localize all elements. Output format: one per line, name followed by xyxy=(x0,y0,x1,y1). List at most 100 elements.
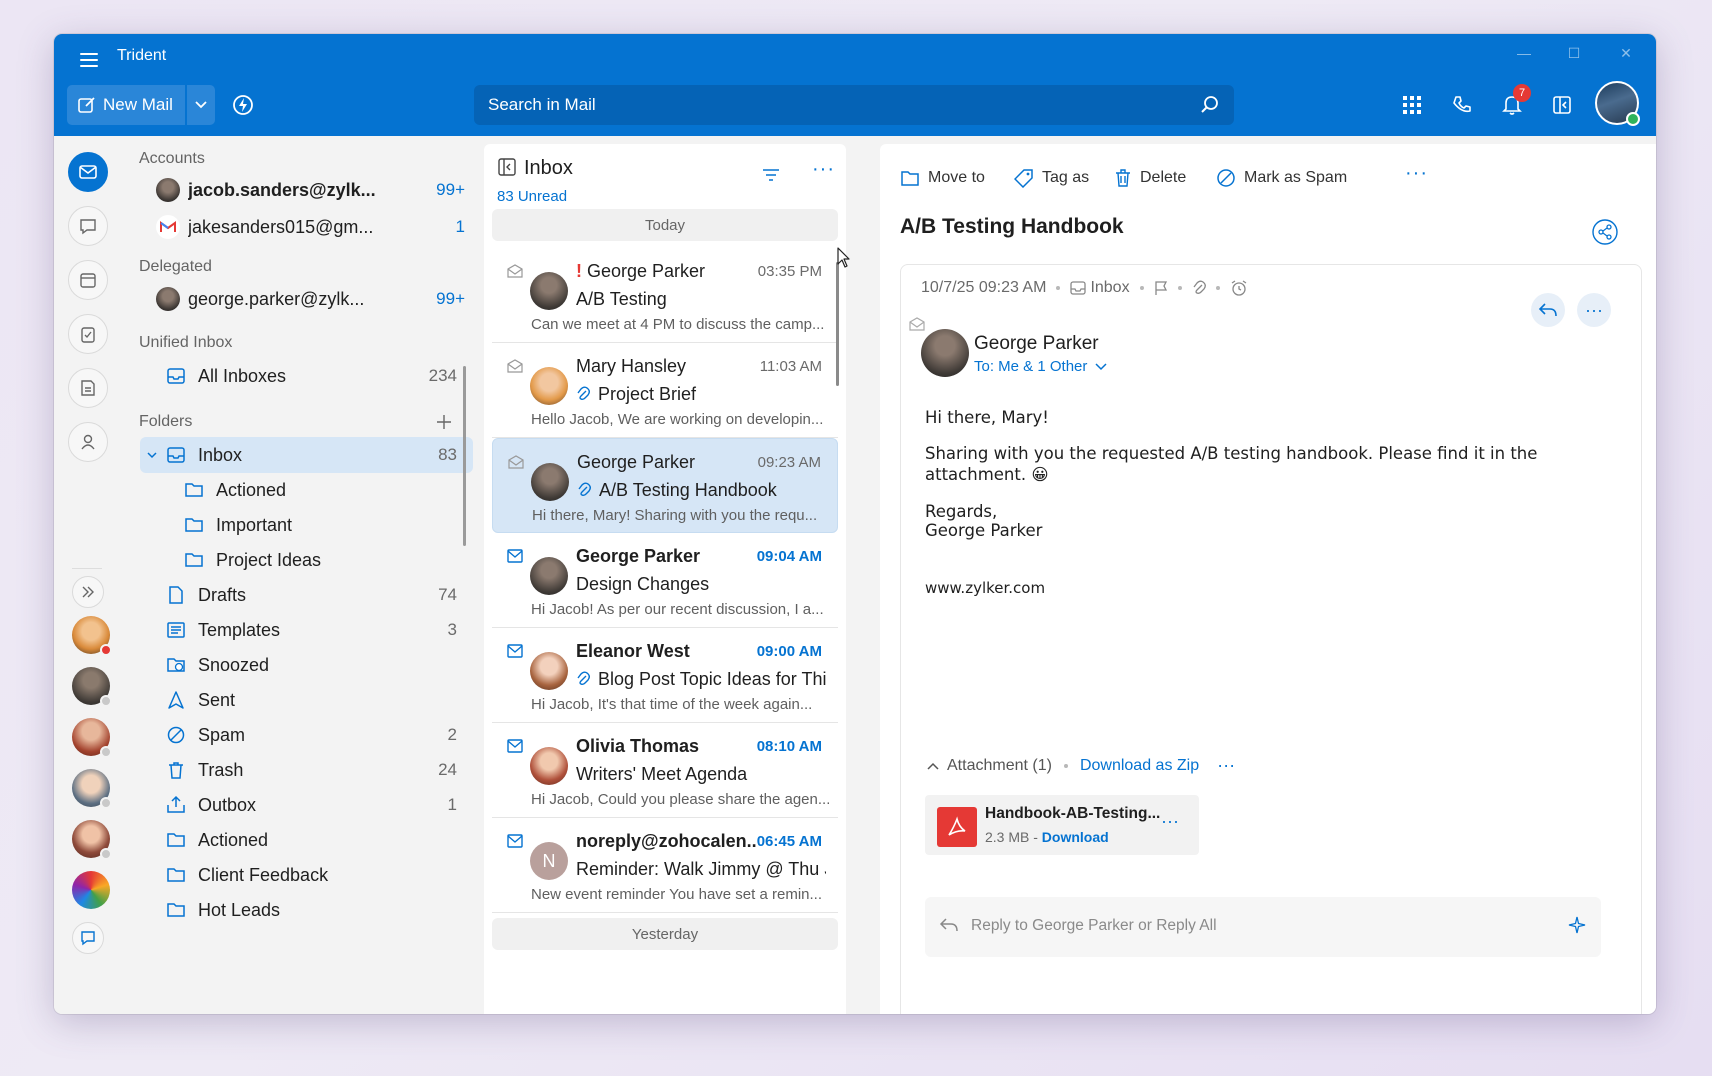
folder-actioned-2[interactable]: Actioned xyxy=(140,822,473,858)
folder-scrollbar[interactable] xyxy=(463,366,466,546)
attachment-card-more-icon[interactable]: ··· xyxy=(1161,811,1179,832)
unread-count[interactable]: 83 Unread xyxy=(497,188,567,205)
folder-templates[interactable]: Templates 3 xyxy=(140,612,473,648)
folder-important[interactable]: Important xyxy=(140,507,473,543)
feedback-button[interactable] xyxy=(72,922,104,954)
new-mail-dropdown[interactable] xyxy=(187,85,215,125)
sender-avatar[interactable] xyxy=(921,329,969,377)
folder-actioned[interactable]: Actioned xyxy=(140,472,473,508)
tag-as-button[interactable]: Tag as xyxy=(1014,166,1089,190)
unread-envelope-icon[interactable] xyxy=(507,644,523,658)
minimize-icon[interactable]: — xyxy=(1509,42,1539,64)
mark-as-spam-button[interactable]: Mark as Spam xyxy=(1216,166,1347,190)
message-more-icon[interactable]: ··· xyxy=(1577,293,1611,327)
chevron-up-icon[interactable] xyxy=(927,762,939,770)
read-envelope-icon[interactable] xyxy=(909,317,925,331)
reply-button[interactable] xyxy=(1531,293,1565,327)
user-avatar[interactable] xyxy=(1595,81,1640,126)
contact-avatar[interactable] xyxy=(72,616,112,656)
folder-client-feedback[interactable]: Client Feedback xyxy=(140,857,473,893)
close-icon[interactable]: ✕ xyxy=(1611,42,1641,64)
new-mail-label: New Mail xyxy=(103,95,173,114)
new-mail-button[interactable]: New Mail xyxy=(67,85,185,125)
read-envelope-icon[interactable] xyxy=(508,455,524,469)
account-unread-count: 99+ xyxy=(436,289,465,308)
quick-actions-icon[interactable] xyxy=(230,92,256,118)
unified-inbox-label: Unified Inbox xyxy=(139,334,233,351)
apps-grid-icon[interactable] xyxy=(1399,92,1425,118)
folder-hot-leads[interactable]: Hot Leads xyxy=(140,892,473,928)
attachment-icon[interactable] xyxy=(1192,280,1206,296)
download-zip-link[interactable]: Download as Zip xyxy=(1080,757,1199,775)
unread-envelope-icon[interactable] xyxy=(507,834,523,848)
search-icon[interactable] xyxy=(1200,95,1220,115)
read-envelope-icon[interactable] xyxy=(507,264,523,278)
maximize-icon[interactable]: ☐ xyxy=(1559,42,1589,64)
share-icon[interactable] xyxy=(1592,219,1618,245)
add-folder-icon[interactable] xyxy=(436,414,452,430)
filter-icon[interactable] xyxy=(762,168,780,182)
message-item-selected[interactable]: George Parker 09:23 AM A/B Testing Handb… xyxy=(492,438,838,533)
account-item[interactable]: jakesanders015@gm... 1 xyxy=(144,210,469,244)
contacts-app-button[interactable] xyxy=(68,422,108,462)
chevron-down-icon[interactable] xyxy=(146,449,158,461)
folder-sent[interactable]: Sent xyxy=(140,682,473,718)
folder-outbox[interactable]: Outbox 1 xyxy=(140,787,473,823)
attachment-download-link[interactable]: Download xyxy=(1042,829,1109,845)
menu-icon[interactable] xyxy=(78,50,102,70)
all-inboxes-item[interactable]: All Inboxes 234 xyxy=(140,358,473,394)
ai-sparkle-icon[interactable] xyxy=(1567,915,1587,935)
notifications-icon[interactable]: 7 xyxy=(1499,84,1531,118)
chat-app-button[interactable] xyxy=(68,206,108,246)
delete-button[interactable]: Delete xyxy=(1114,166,1186,190)
message-item[interactable]: Eleanor West 09:00 AM Blog Post Topic Id… xyxy=(492,628,838,723)
contact-avatar[interactable] xyxy=(72,769,112,809)
account-item[interactable]: jacob.sanders@zylk... 99+ xyxy=(144,173,469,207)
folder-inbox[interactable]: Inbox 83 xyxy=(140,437,473,473)
more-actions-icon[interactable]: ··· xyxy=(1405,162,1428,185)
more-options-icon[interactable]: ··· xyxy=(812,159,835,179)
message-folder[interactable]: Inbox xyxy=(1090,279,1129,297)
body-website-link[interactable]: www.zylker.com xyxy=(925,578,1045,599)
message-item[interactable]: Mary Hansley 11:03 AM Project Brief Hell… xyxy=(492,343,838,438)
tasks-app-button[interactable] xyxy=(68,314,108,354)
expand-rail-button[interactable] xyxy=(72,576,104,608)
folder-trash[interactable]: Trash 24 xyxy=(140,752,473,788)
message-item[interactable]: N noreply@zohocalen... 06:45 AM Reminder… xyxy=(492,818,838,913)
account-item[interactable]: george.parker@zylk... 99+ xyxy=(144,282,469,316)
attachment-more-icon[interactable]: ··· xyxy=(1217,755,1235,776)
group-avatar[interactable] xyxy=(72,871,110,909)
message-item[interactable]: George Parker 09:04 AM Design Changes Hi… xyxy=(492,533,838,628)
attachment-filename: Handbook-AB-Testing... xyxy=(985,805,1161,822)
contact-avatar[interactable] xyxy=(72,820,112,860)
folder-drafts[interactable]: Drafts 74 xyxy=(140,577,473,613)
sender-avatar xyxy=(530,557,568,595)
message-sender: noreply@zohocalen... xyxy=(576,831,756,851)
list-scrollbar[interactable] xyxy=(836,262,839,386)
recipients-toggle[interactable]: To: Me & 1 Other xyxy=(974,358,1107,375)
phone-icon[interactable] xyxy=(1449,92,1475,118)
folder-project-ideas[interactable]: Project Ideas xyxy=(140,542,473,578)
reminder-alarm-icon[interactable] xyxy=(1230,279,1248,297)
calendar-app-button[interactable] xyxy=(68,260,108,300)
mail-app-button[interactable] xyxy=(68,152,108,192)
message-item[interactable]: Olivia Thomas 08:10 AM Writers' Meet Age… xyxy=(492,723,838,818)
attachment-card[interactable]: Handbook-AB-Testing... 2.3 MB - Download… xyxy=(925,795,1199,855)
quick-reply-box[interactable]: Reply to George Parker or Reply All xyxy=(925,897,1601,957)
move-to-button[interactable]: Move to xyxy=(900,166,985,190)
side-panel-icon[interactable] xyxy=(1549,92,1575,118)
folder-snoozed[interactable]: Snoozed xyxy=(140,647,473,683)
unread-envelope-icon[interactable] xyxy=(507,739,523,753)
read-envelope-icon[interactable] xyxy=(507,359,523,373)
folder-spam[interactable]: Spam 2 xyxy=(140,717,473,753)
message-item[interactable]: ! George Parker 03:35 PM A/B Testing Can… xyxy=(492,248,838,343)
folder-icon xyxy=(167,868,185,882)
flag-icon[interactable] xyxy=(1154,280,1168,296)
collapse-panel-icon[interactable] xyxy=(498,158,516,176)
contact-avatar[interactable] xyxy=(72,667,112,707)
unread-envelope-icon[interactable] xyxy=(507,549,523,563)
notes-app-button[interactable] xyxy=(68,368,108,408)
sender-name[interactable]: George Parker xyxy=(974,333,1099,355)
contact-avatar[interactable] xyxy=(72,718,112,758)
search-input[interactable]: Search in Mail xyxy=(474,85,1234,125)
